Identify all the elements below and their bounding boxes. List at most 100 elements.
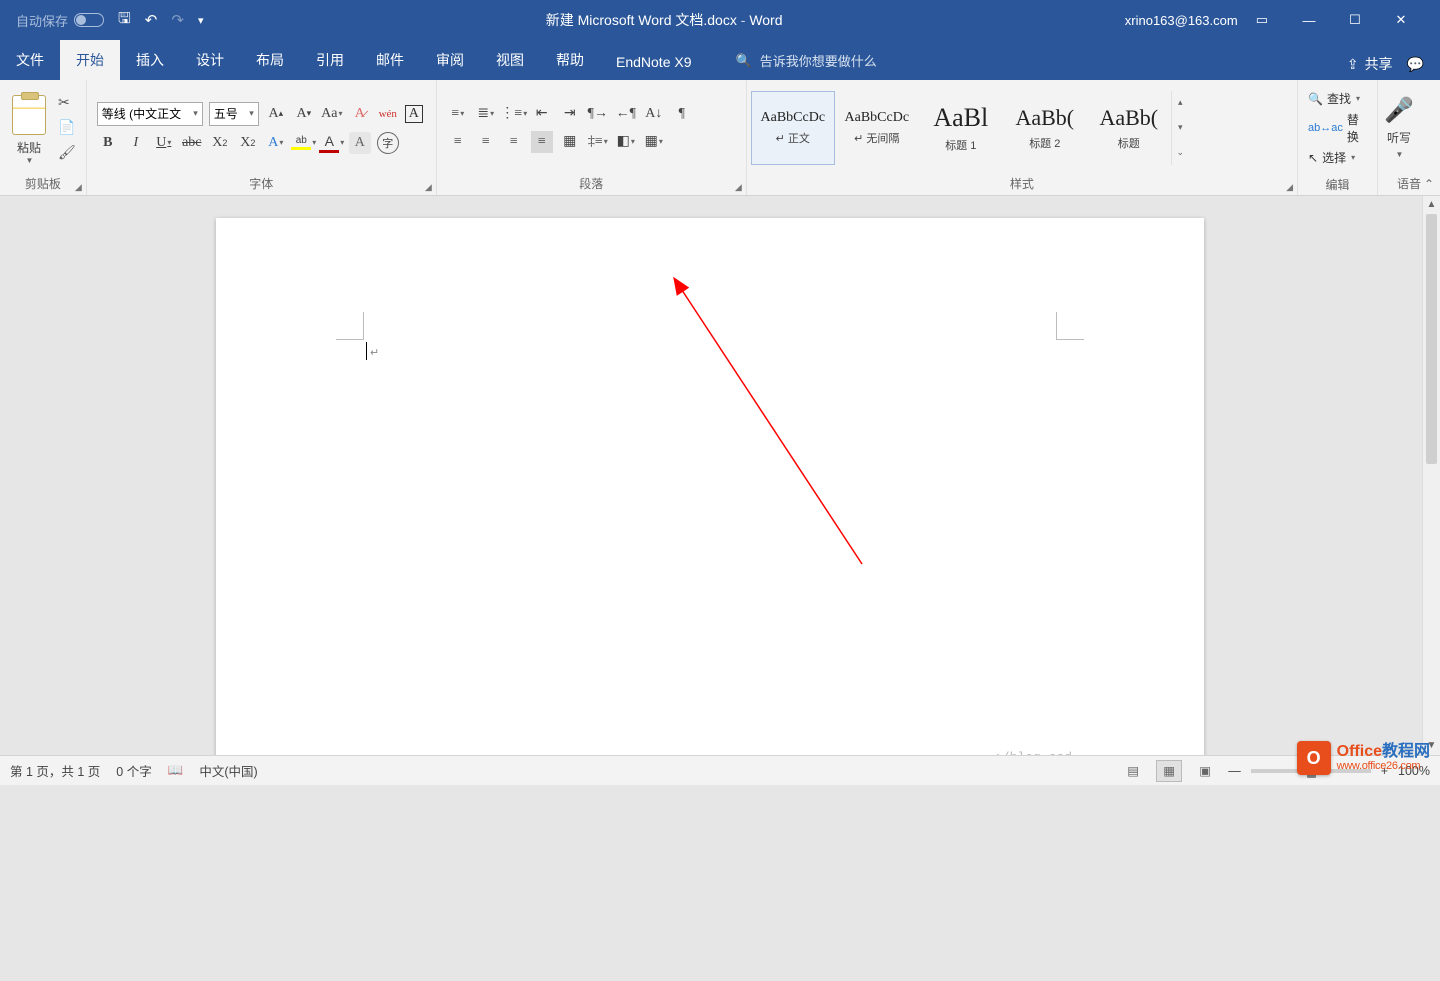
borders-icon[interactable]: ▦▾ [643, 131, 665, 153]
justify-icon[interactable]: ≡ [531, 131, 553, 153]
scroll-thumb[interactable] [1426, 214, 1437, 464]
styles-gallery-more[interactable]: ▴▾⌄ [1171, 91, 1189, 165]
tab-insert[interactable]: 插入 [120, 40, 180, 80]
maximize-button[interactable]: ☐ [1332, 0, 1378, 40]
ltr-icon[interactable]: ¶→ [587, 103, 609, 125]
tab-design[interactable]: 设计 [180, 40, 240, 80]
decrease-indent-icon[interactable]: ⇤ [531, 103, 553, 125]
style-normal[interactable]: AaBbCcDc ↵ 正文 [751, 91, 835, 165]
align-center-icon[interactable]: ≡ [475, 131, 497, 153]
minimize-button[interactable]: — [1286, 0, 1332, 40]
underline-button[interactable]: U▾ [153, 132, 175, 154]
read-mode-icon[interactable]: ▤ [1120, 760, 1146, 782]
align-right-icon[interactable]: ≡ [503, 131, 525, 153]
vertical-scrollbar[interactable]: ▲ ▼ [1422, 196, 1440, 755]
font-name-combo[interactable]: 等线 (中文正文▾ [97, 102, 203, 126]
zoom-out-icon[interactable]: — [1228, 764, 1241, 778]
subscript-button[interactable]: X2 [209, 132, 231, 154]
shrink-font-icon[interactable]: A▾ [293, 103, 315, 125]
clear-format-icon[interactable]: A̷ [349, 103, 371, 125]
font-size-combo[interactable]: 五号▾ [209, 102, 259, 126]
align-left-icon[interactable]: ≡ [447, 131, 469, 153]
tab-layout[interactable]: 布局 [240, 40, 300, 80]
page[interactable]: ↵ :/blog.csd [216, 218, 1204, 755]
page-count[interactable]: 第 1 页，共 1 页 [10, 761, 100, 780]
replace-button[interactable]: ab↔ac替换 [1308, 111, 1367, 145]
document-area[interactable]: ↵ :/blog.csd [0, 196, 1422, 755]
strikethrough-button[interactable]: abc [181, 132, 203, 154]
redo-icon[interactable]: ↷ [171, 11, 184, 29]
style-name-label: ↵ 正文 [776, 130, 810, 146]
superscript-button[interactable]: X2 [237, 132, 259, 154]
format-painter-icon[interactable]: 🖌 [58, 144, 76, 161]
font-color-icon[interactable]: A▾ [321, 132, 343, 154]
group-styles: AaBbCcDc ↵ 正文 AaBbCcDc ↵ 无间隔 AaBl 标题 1 A… [747, 80, 1298, 195]
paste-button[interactable]: 粘贴 ▼ [6, 91, 52, 165]
style-no-spacing[interactable]: AaBbCcDc ↵ 无间隔 [835, 91, 919, 165]
multilevel-list-icon[interactable]: ⋮≡▾ [503, 103, 525, 125]
account-label[interactable]: xrino163@163.com [1125, 13, 1238, 28]
style-heading1[interactable]: AaBl 标题 1 [919, 91, 1003, 165]
rtl-icon[interactable]: ←¶ [615, 103, 637, 125]
tab-file[interactable]: 文件 [0, 40, 60, 80]
title-bar: 自动保存 🖫 ↶ ↷ ▾ 新建 Microsoft Word 文档.docx -… [0, 0, 1440, 40]
window-title: 新建 Microsoft Word 文档.docx - Word [203, 10, 1124, 30]
find-button[interactable]: 🔍查找▾ [1308, 90, 1367, 107]
style-title[interactable]: AaBb( 标题 [1087, 91, 1171, 165]
language-label[interactable]: 中文(中国) [199, 761, 257, 780]
copy-icon[interactable]: 📄 [58, 119, 76, 136]
word-count[interactable]: 0 个字 [116, 761, 151, 780]
dialog-launcher-icon[interactable]: ◢ [425, 182, 432, 193]
paste-label: 粘贴 [17, 139, 41, 156]
undo-icon[interactable]: ↶ [145, 11, 158, 29]
tab-endnote[interactable]: EndNote X9 [600, 44, 708, 80]
ribbon-display-icon[interactable]: ▭ [1256, 12, 1268, 28]
change-case-icon[interactable]: Aa▾ [321, 103, 343, 125]
dialog-launcher-icon[interactable]: ◢ [75, 182, 82, 193]
char-border-icon[interactable]: A [405, 105, 423, 123]
text-effects-icon[interactable]: A▾ [265, 132, 287, 154]
style-heading2[interactable]: AaBb( 标题 2 [1003, 91, 1087, 165]
share-button[interactable]: ⇪ 共享 [1347, 54, 1393, 74]
close-button[interactable]: ✕ [1378, 0, 1424, 40]
enclose-char-icon[interactable]: 字 [377, 132, 399, 154]
print-layout-icon[interactable]: ▦ [1156, 760, 1182, 782]
comments-icon[interactable]: 💬 [1407, 56, 1424, 73]
save-icon[interactable]: 🖫 [118, 8, 131, 33]
dialog-launcher-icon[interactable]: ◢ [1286, 182, 1293, 193]
phonetic-guide-icon[interactable]: wén [377, 103, 399, 125]
clipboard-icon [12, 95, 46, 135]
italic-button[interactable]: I [125, 132, 147, 154]
web-layout-icon[interactable]: ▣ [1192, 760, 1218, 782]
shading-icon[interactable]: ◧▾ [615, 131, 637, 153]
microphone-icon: 🎤 [1384, 96, 1414, 125]
distributed-icon[interactable]: ▦ [559, 131, 581, 153]
tab-references[interactable]: 引用 [300, 40, 360, 80]
tab-help[interactable]: 帮助 [540, 40, 600, 80]
highlight-icon[interactable]: ab▾ [293, 132, 315, 154]
select-button[interactable]: ↖选择▾ [1308, 149, 1367, 166]
char-shading-icon[interactable]: A [349, 132, 371, 154]
tab-home[interactable]: 开始 [60, 40, 120, 80]
collapse-ribbon-icon[interactable]: ⌃ [1424, 177, 1434, 191]
grow-font-icon[interactable]: A▴ [265, 103, 287, 125]
increase-indent-icon[interactable]: ⇥ [559, 103, 581, 125]
proofing-icon[interactable]: 📖 [168, 763, 184, 778]
show-marks-icon[interactable]: ¶ [671, 103, 693, 125]
autosave-toggle[interactable]: 自动保存 [16, 11, 104, 30]
cut-icon[interactable]: ✂ [58, 94, 76, 111]
tab-review[interactable]: 审阅 [420, 40, 480, 80]
sort-icon[interactable]: A↓ [643, 103, 665, 125]
line-spacing-icon[interactable]: ‡≡▾ [587, 131, 609, 153]
dictate-button[interactable]: 🎤 听写 ▼ [1384, 96, 1414, 159]
numbering-icon[interactable]: ≣▾ [475, 103, 497, 125]
bullets-icon[interactable]: ≡▾ [447, 103, 469, 125]
bold-button[interactable]: B [97, 132, 119, 154]
style-preview: AaBbCcDc [845, 110, 910, 126]
dialog-launcher-icon[interactable]: ◢ [735, 182, 742, 193]
ribbon: 粘贴 ▼ ✂ 📄 🖌 剪贴板◢ 等线 (中文正文▾ 五号▾ A▴ A▾ Aa▾ … [0, 80, 1440, 196]
tab-view[interactable]: 视图 [480, 40, 540, 80]
tab-mailings[interactable]: 邮件 [360, 40, 420, 80]
tell-me-search[interactable]: 🔍 告诉我你想要做什么 [736, 51, 877, 80]
scroll-up-icon[interactable]: ▲ [1423, 196, 1440, 214]
